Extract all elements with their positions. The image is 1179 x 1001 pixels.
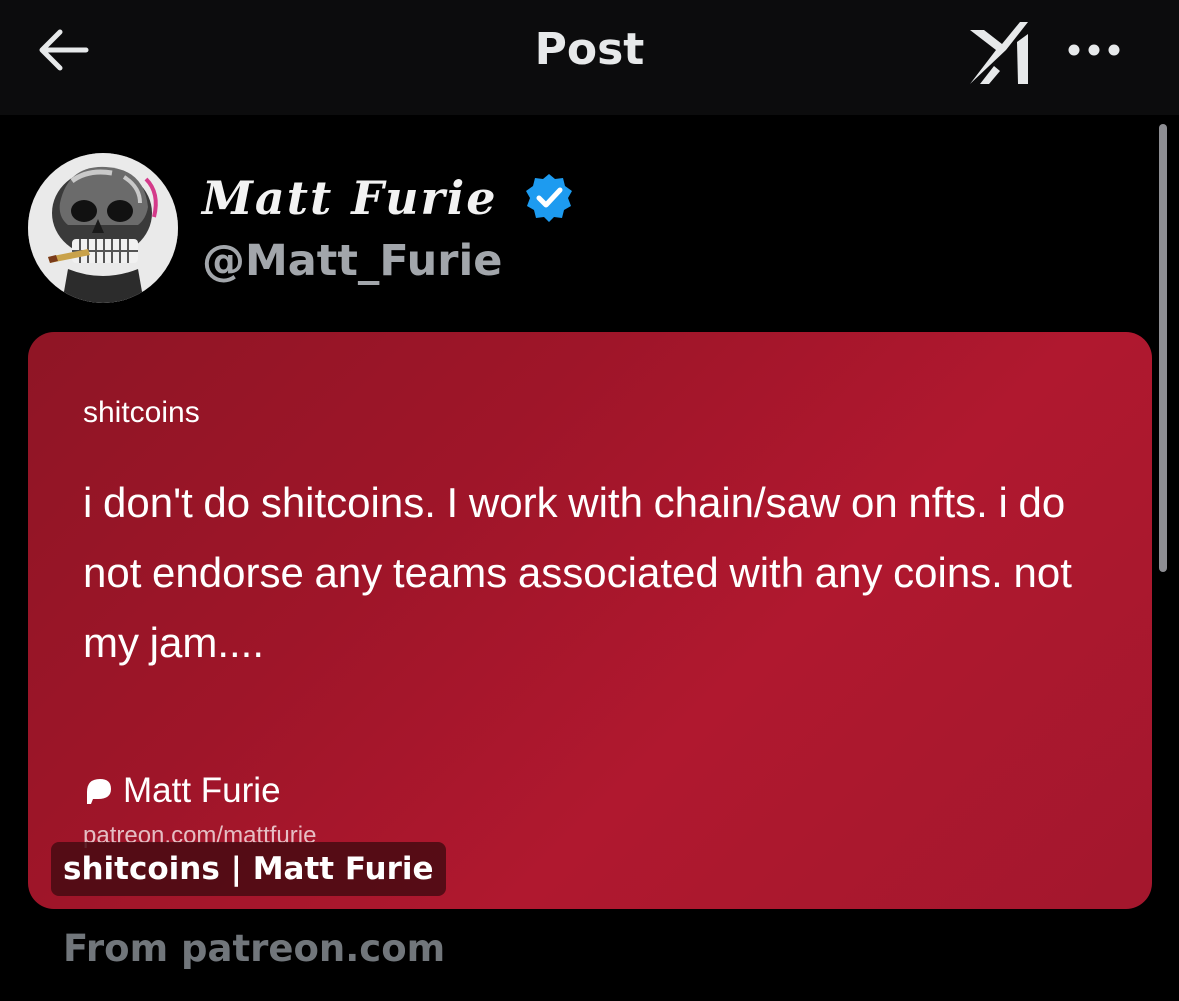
top-navigation-bar: Post [0, 0, 1179, 115]
avatar[interactable] [28, 153, 178, 303]
verified-check-icon [526, 174, 572, 222]
post-screen: Post Matt Furie @Matt_Furie shitcoins i … [0, 0, 1179, 1001]
skull-avatar-image [28, 153, 178, 303]
scrollbar[interactable] [1159, 124, 1167, 572]
user-handle[interactable]: @Matt_Furie [202, 234, 502, 288]
grok-icon [970, 22, 1028, 84]
verified-badge[interactable] [524, 172, 574, 222]
source-link[interactable]: From patreon.com [63, 924, 445, 974]
link-preview-card[interactable]: shitcoins i don't do shitcoins. I work w… [28, 332, 1152, 909]
grok-button[interactable] [962, 20, 1038, 90]
card-caption: shitcoins | Matt Furie [51, 842, 446, 896]
card-heading: shitcoins [83, 396, 200, 429]
patreon-logo-icon [87, 779, 111, 804]
more-horizontal-icon [1068, 44, 1120, 56]
card-author-name: Matt Furie [123, 771, 281, 810]
display-name[interactable]: Matt Furie [202, 170, 498, 226]
card-author: Matt Furie [83, 769, 281, 813]
more-options-button[interactable] [1062, 30, 1126, 70]
card-body-text: i don't do shitcoins. I work with chain/… [83, 479, 1072, 666]
